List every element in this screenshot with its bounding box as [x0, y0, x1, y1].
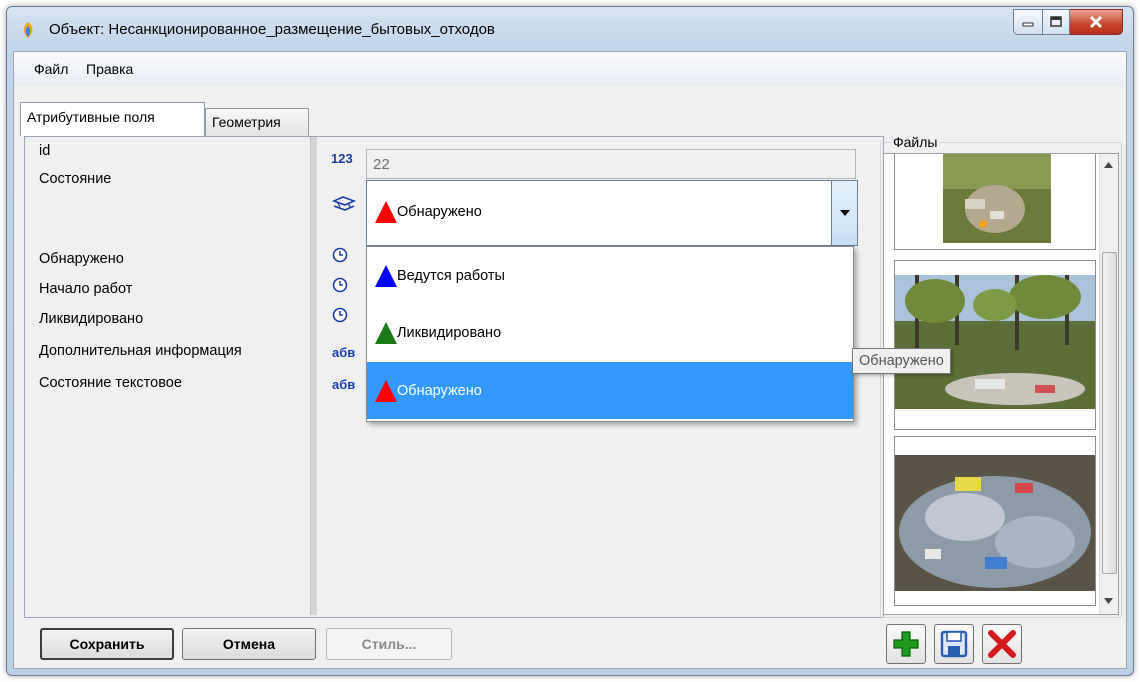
combo-selected-label: Обнаружено: [397, 204, 482, 220]
triangle-blue-icon: [375, 264, 397, 287]
tab-attribute-fields[interactable]: Атрибутивные поля: [20, 102, 205, 136]
style-button[interactable]: Стиль...: [326, 628, 452, 660]
field-label-liquidated: Ликвидировано: [39, 311, 144, 327]
save-file-button[interactable]: [934, 624, 974, 664]
cancel-button[interactable]: Отмена: [182, 628, 316, 660]
file-thumbnail[interactable]: [894, 436, 1096, 606]
close-icon: [1089, 15, 1103, 29]
tab-geometry[interactable]: Геометрия: [205, 108, 309, 136]
window-title: Объект: Несанкционированное_размещение_б…: [49, 21, 495, 38]
field-label-work-start: Начало работ: [39, 281, 133, 297]
number-icon: 123: [331, 151, 353, 166]
option-label: Ведутся работы: [397, 267, 505, 284]
add-file-button[interactable]: [886, 624, 926, 664]
id-field[interactable]: [366, 149, 856, 179]
scroll-down-icon[interactable]: [1104, 598, 1113, 604]
menu-edit[interactable]: Правка: [86, 61, 133, 77]
scrollbar-thumb[interactable]: [1102, 252, 1117, 574]
triangle-red-icon: [375, 379, 397, 402]
option-label: Ликвидировано: [397, 324, 502, 341]
files-group-title: Файлы: [891, 134, 940, 150]
object-window: Объект: Несанкционированное_размещение_б…: [6, 6, 1134, 676]
clock-icon: [332, 307, 348, 323]
combo-selected-value: Обнаружено: [375, 201, 482, 223]
delete-file-button[interactable]: [982, 624, 1022, 664]
field-label-detected: Обнаружено: [39, 251, 124, 267]
state-dropdown-list: Ведутся работы Ликвидировано Обнаружено: [366, 246, 854, 422]
chevron-down-icon: [839, 210, 850, 216]
classifier-icon: [332, 196, 356, 211]
clock-icon: [332, 277, 348, 293]
field-label-id: id: [39, 143, 51, 159]
field-label-additional-info: Дополнительная информация: [39, 343, 242, 359]
menu-bar: Файл Правка: [14, 52, 1126, 86]
file-thumbnail[interactable]: [894, 260, 1096, 430]
maximize-button[interactable]: [1043, 9, 1070, 35]
files-list[interactable]: [883, 153, 1119, 615]
minimize-icon: [1022, 22, 1034, 27]
thumbnail-image-1: [895, 154, 1095, 249]
floppy-save-icon: [940, 630, 968, 658]
text-icon: абв: [332, 377, 356, 392]
window-controls: [1013, 9, 1123, 35]
titlebar[interactable]: Объект: Несанкционированное_размещение_б…: [7, 7, 1133, 51]
text-icon: абв: [332, 345, 356, 360]
dropdown-option-detected[interactable]: Обнаружено: [367, 362, 853, 419]
file-thumbnail[interactable]: [894, 154, 1096, 250]
field-labels-column: id Состояние Обнаружено Начало работ Лик…: [25, 137, 310, 615]
dropdown-option-in-progress[interactable]: Ведутся работы: [367, 247, 853, 304]
option-label: Обнаружено: [397, 382, 482, 399]
save-button[interactable]: Сохранить: [40, 628, 174, 660]
files-group: Файлы: [880, 134, 1122, 618]
minimize-button[interactable]: [1013, 9, 1043, 35]
app-icon: [23, 22, 33, 38]
close-button[interactable]: [1070, 9, 1123, 35]
plus-icon: [893, 631, 919, 657]
combo-dropdown-button[interactable]: [831, 181, 857, 245]
delete-x-icon: [988, 630, 1016, 658]
menu-file[interactable]: Файл: [34, 61, 68, 77]
thumbnail-image-3: [895, 437, 1095, 605]
triangle-green-icon: [375, 321, 397, 344]
thumbnail-image-2: [895, 261, 1095, 429]
field-label-state: Состояние: [39, 171, 112, 187]
state-combobox[interactable]: Обнаружено: [366, 180, 858, 246]
clock-icon: [332, 247, 348, 263]
triangle-red-icon: [375, 201, 397, 223]
client-area: Файл Правка Атрибутивные поля Геометрия …: [13, 51, 1127, 669]
field-label-state-text: Состояние текстовое: [39, 375, 182, 391]
maximize-icon: [1050, 16, 1062, 27]
tooltip: Обнаружено: [852, 348, 951, 374]
dropdown-option-liquidated[interactable]: Ликвидировано: [367, 304, 853, 361]
scroll-up-icon[interactable]: [1104, 162, 1113, 168]
files-scrollbar[interactable]: [1099, 154, 1118, 614]
